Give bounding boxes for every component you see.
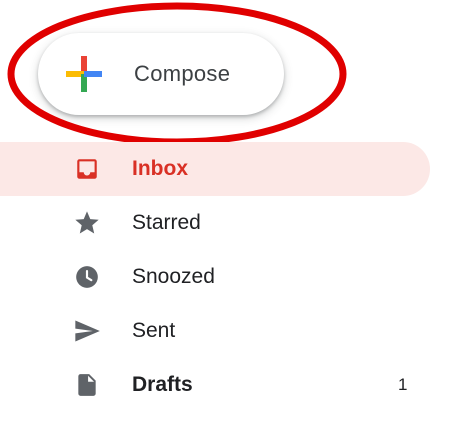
nav-item-label: Sent <box>132 319 176 342</box>
nav-item-label: Drafts <box>132 373 193 396</box>
plus-icon <box>64 54 104 94</box>
nav-item-snoozed[interactable]: Snoozed <box>0 250 452 304</box>
compose-label: Compose <box>134 61 231 86</box>
nav-item-inbox[interactable]: Inbox <box>0 142 430 196</box>
draft-icon <box>72 370 102 400</box>
nav-item-label: Inbox <box>132 157 188 180</box>
inbox-icon <box>72 154 102 184</box>
star-icon <box>72 208 102 238</box>
gmail-sidebar: Compose Inbox Starred Snoozed Sent Draft… <box>0 0 452 425</box>
clock-icon <box>72 262 102 292</box>
nav-item-sent[interactable]: Sent <box>0 304 452 358</box>
send-icon <box>72 316 102 346</box>
nav-item-starred[interactable]: Starred <box>0 196 452 250</box>
nav-item-drafts[interactable]: Drafts 1 <box>0 358 452 412</box>
drafts-count-badge: 1 <box>398 375 408 394</box>
compose-button[interactable]: Compose <box>38 33 284 115</box>
nav-list: Inbox Starred Snoozed Sent Drafts 1 <box>0 142 452 412</box>
nav-item-label: Starred <box>132 211 201 234</box>
nav-item-label: Snoozed <box>132 265 215 288</box>
